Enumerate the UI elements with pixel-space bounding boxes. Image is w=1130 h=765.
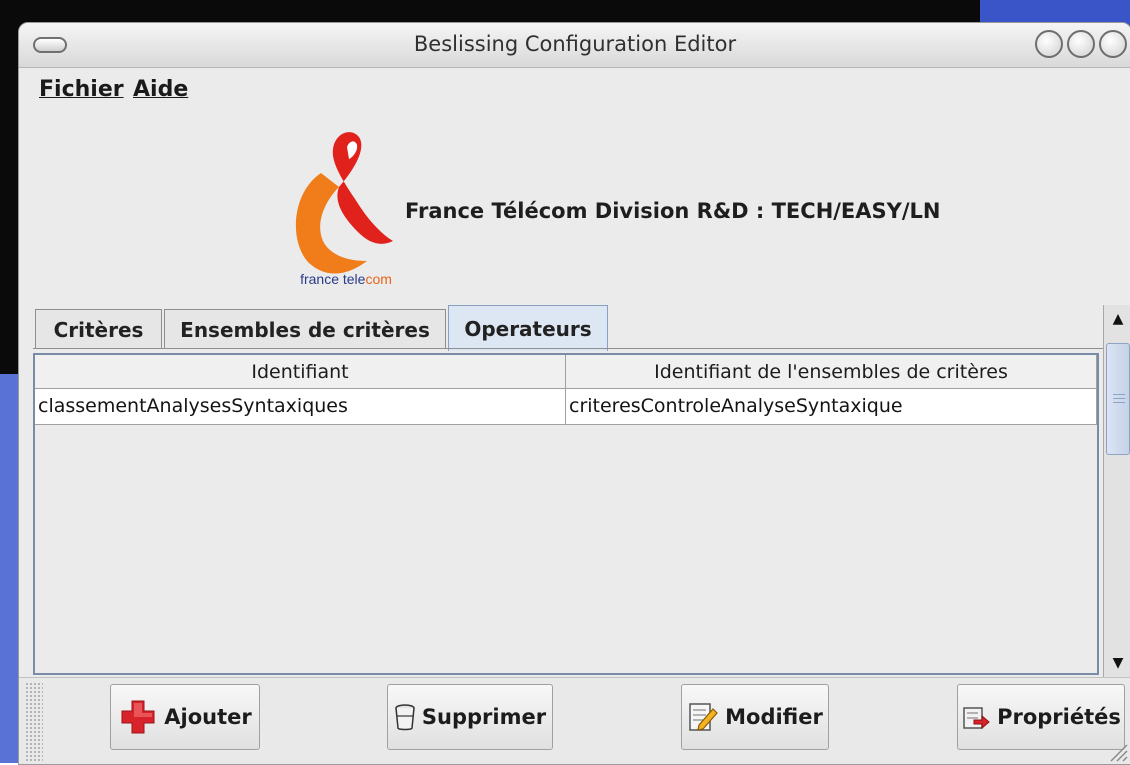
properties-button[interactable]: Propriétés xyxy=(957,684,1125,750)
close-button[interactable] xyxy=(1099,30,1127,58)
menu-fichier[interactable]: Fichier xyxy=(39,77,124,102)
company-label: France Télécom Division R&D : TECH/EASY/… xyxy=(405,199,941,223)
maximize-button[interactable] xyxy=(1067,30,1095,58)
trash-icon xyxy=(395,704,415,731)
title-bar[interactable]: Beslissing Configuration Editor xyxy=(19,23,1130,68)
logo-caption: france telecom xyxy=(300,271,392,287)
properties-button-label: Propriétés xyxy=(997,705,1121,729)
add-button[interactable]: Ajouter xyxy=(110,684,260,750)
add-button-label: Ajouter xyxy=(164,705,252,729)
scroll-down-arrow-icon[interactable]: ▼ xyxy=(1104,649,1130,677)
app-window: Beslissing Configuration Editor Fichier … xyxy=(18,22,1130,765)
menu-aide[interactable]: Aide xyxy=(133,77,188,102)
tab-operateurs[interactable]: Operateurs xyxy=(448,305,608,351)
edit-button-label: Modifier xyxy=(725,705,823,729)
delete-button[interactable]: Supprimer xyxy=(387,684,553,750)
delete-button-label: Supprimer xyxy=(421,705,547,729)
resize-grip-icon[interactable] xyxy=(1107,741,1129,763)
tab-criteres[interactable]: Critères xyxy=(35,309,162,349)
menu-bar: Fichier Aide xyxy=(19,68,1130,114)
minimize-button[interactable] xyxy=(1035,30,1063,58)
table-cell[interactable]: classementAnalysesSyntaxiques xyxy=(35,389,566,424)
tab-strip: Critères Ensembles de critères Operateur… xyxy=(33,305,1103,351)
tab-divider xyxy=(33,348,1105,349)
column-header-identifiant[interactable]: Identifiant xyxy=(35,355,566,389)
column-header-ensemble[interactable]: Identifiant de l'ensembles de critères xyxy=(566,355,1097,389)
vertical-scrollbar[interactable]: ▲ ▼ xyxy=(1103,305,1130,677)
tab-ensembles-de-criteres[interactable]: Ensembles de critères xyxy=(164,309,446,349)
table-row[interactable]: classementAnalysesSyntaxiques criteresCo… xyxy=(35,389,1097,425)
table-cell[interactable]: criteresControleAnalyseSyntaxique xyxy=(566,389,1097,424)
window-title: Beslissing Configuration Editor xyxy=(413,32,737,56)
edit-button[interactable]: Modifier xyxy=(681,684,829,750)
button-bar: Ajouter Supprimer Modifier Propriétés xyxy=(19,677,1130,764)
scroll-up-arrow-icon[interactable]: ▲ xyxy=(1104,305,1130,333)
toolbar-handle[interactable] xyxy=(25,682,43,762)
france-telecom-logo xyxy=(295,132,393,274)
scrollbar-thumb[interactable] xyxy=(1106,343,1130,455)
edit-document-icon xyxy=(689,703,718,731)
plus-icon xyxy=(121,700,155,734)
operators-table: Identifiant Identifiant de l'ensembles d… xyxy=(33,353,1099,675)
properties-icon xyxy=(963,707,990,730)
